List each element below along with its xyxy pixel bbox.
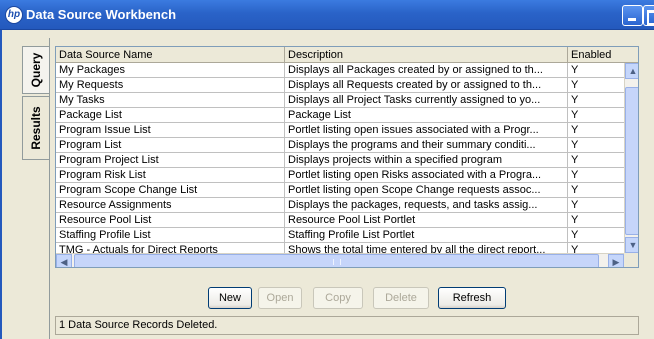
cell-name: Program Project List bbox=[56, 153, 285, 168]
new-button[interactable]: New bbox=[208, 287, 252, 309]
table-row[interactable]: Resource Assignments Displays the packag… bbox=[56, 198, 624, 213]
cell-name: Program List bbox=[56, 138, 285, 153]
vertical-scroll-thumb[interactable] bbox=[625, 87, 638, 235]
hp-logo-icon: hp bbox=[5, 6, 23, 24]
results-table: Data Source Name Description Enabled My … bbox=[55, 46, 639, 268]
horizontal-scroll-thumb[interactable] bbox=[74, 254, 599, 267]
maximize-button[interactable] bbox=[643, 5, 654, 26]
action-button-bar: New Open Copy Delete Refresh bbox=[196, 287, 516, 309]
tab-query-label: Query bbox=[29, 52, 43, 88]
column-header-name[interactable]: Data Source Name bbox=[56, 47, 285, 63]
table-row[interactable]: Package List Package List Y bbox=[56, 108, 624, 123]
cell-enabled: Y bbox=[571, 229, 579, 241]
cell-enabled: Y bbox=[571, 109, 579, 121]
vertical-scrollbar[interactable]: ▲ ▼ bbox=[624, 63, 638, 253]
scroll-left-button[interactable]: ◀ bbox=[56, 254, 72, 267]
cell-name: Resource Assignments bbox=[56, 198, 285, 213]
cell-description: Portlet listing open Scope Change reques… bbox=[285, 183, 568, 198]
cell-enabled: Y bbox=[571, 199, 579, 211]
cell-name: Package List bbox=[56, 108, 285, 123]
cell-enabled: Y bbox=[571, 154, 579, 166]
cell-name: My Tasks bbox=[56, 93, 285, 108]
column-header-enabled[interactable]: Enabled bbox=[568, 47, 628, 63]
table-row[interactable]: Program List Displays the programs and t… bbox=[56, 138, 624, 153]
cell-description: Displays the packages, requests, and tas… bbox=[285, 198, 568, 213]
cell-enabled: Y bbox=[571, 94, 579, 106]
cell-description: Package List bbox=[285, 108, 568, 123]
cell-description: Displays all Packages created by or assi… bbox=[285, 63, 568, 78]
cell-description: Portlet listing open issues associated w… bbox=[285, 123, 568, 138]
refresh-button[interactable]: Refresh bbox=[438, 287, 506, 309]
cell-enabled: Y bbox=[571, 169, 579, 181]
minimize-button[interactable] bbox=[622, 5, 643, 26]
window-title: Data Source Workbench bbox=[26, 7, 177, 22]
chevron-down-icon: ▼ bbox=[628, 240, 638, 250]
cell-enabled: Y bbox=[571, 64, 579, 76]
scroll-up-button[interactable]: ▲ bbox=[625, 63, 638, 79]
cell-enabled: Y bbox=[571, 139, 579, 151]
scroll-right-button[interactable]: ▶ bbox=[608, 254, 624, 267]
open-button[interactable]: Open bbox=[258, 287, 302, 309]
cell-enabled: Y bbox=[571, 79, 579, 91]
scrollbar-corner bbox=[624, 253, 638, 267]
chevron-right-icon: ▶ bbox=[612, 257, 620, 267]
cell-name: Program Issue List bbox=[56, 123, 285, 138]
table-row[interactable]: Program Issue List Portlet listing open … bbox=[56, 123, 624, 138]
cell-description: Displays all Requests created by or assi… bbox=[285, 78, 568, 93]
table-row[interactable]: My Packages Displays all Packages create… bbox=[56, 63, 624, 78]
delete-button[interactable]: Delete bbox=[373, 287, 429, 309]
scroll-down-button[interactable]: ▼ bbox=[625, 237, 638, 253]
cell-description: Staffing Profile List Portlet bbox=[285, 228, 568, 243]
chevron-left-icon: ◀ bbox=[60, 257, 68, 267]
table-row[interactable]: Program Scope Change List Portlet listin… bbox=[56, 183, 624, 198]
cell-description: Portlet listing open Risks associated wi… bbox=[285, 168, 568, 183]
cell-description: Displays the programs and their summary … bbox=[285, 138, 568, 153]
copy-button[interactable]: Copy bbox=[313, 287, 363, 309]
table-row[interactable]: Resource Pool List Resource Pool List Po… bbox=[56, 213, 624, 228]
table-header: Data Source Name Description Enabled bbox=[56, 47, 638, 63]
cell-name: My Packages bbox=[56, 63, 285, 78]
cell-enabled: Y bbox=[571, 214, 579, 226]
status-bar: 1 Data Source Records Deleted. bbox=[55, 316, 639, 335]
cell-name: Program Risk List bbox=[56, 168, 285, 183]
horizontal-scrollbar[interactable]: ◀ ▶ bbox=[56, 253, 624, 267]
cell-name: Resource Pool List bbox=[56, 213, 285, 228]
cell-enabled: Y bbox=[571, 184, 579, 196]
table-row[interactable]: My Requests Displays all Requests create… bbox=[56, 78, 624, 93]
tab-results-label: Results bbox=[29, 106, 43, 150]
title-bar: hp Data Source Workbench bbox=[0, 0, 654, 30]
table-row[interactable]: Staffing Profile List Staffing Profile L… bbox=[56, 228, 624, 243]
table-row[interactable]: Program Risk List Portlet listing open R… bbox=[56, 168, 624, 183]
cell-description: Displays all Project Tasks currently ass… bbox=[285, 93, 568, 108]
cell-name: Staffing Profile List bbox=[56, 228, 285, 243]
cell-description: Resource Pool List Portlet bbox=[285, 213, 568, 228]
table-row[interactable]: My Tasks Displays all Project Tasks curr… bbox=[56, 93, 624, 108]
tab-query[interactable]: Query bbox=[22, 46, 49, 94]
cell-name: Program Scope Change List bbox=[56, 183, 285, 198]
chevron-up-icon: ▲ bbox=[628, 66, 638, 76]
tab-results[interactable]: Results bbox=[22, 96, 49, 160]
cell-name: My Requests bbox=[56, 78, 285, 93]
table-body: My Packages Displays all Packages create… bbox=[56, 63, 624, 258]
table-row[interactable]: Program Project List Displays projects w… bbox=[56, 153, 624, 168]
cell-description: Displays projects within a specified pro… bbox=[285, 153, 568, 168]
cell-enabled: Y bbox=[571, 124, 579, 136]
column-header-description[interactable]: Description bbox=[285, 47, 568, 63]
